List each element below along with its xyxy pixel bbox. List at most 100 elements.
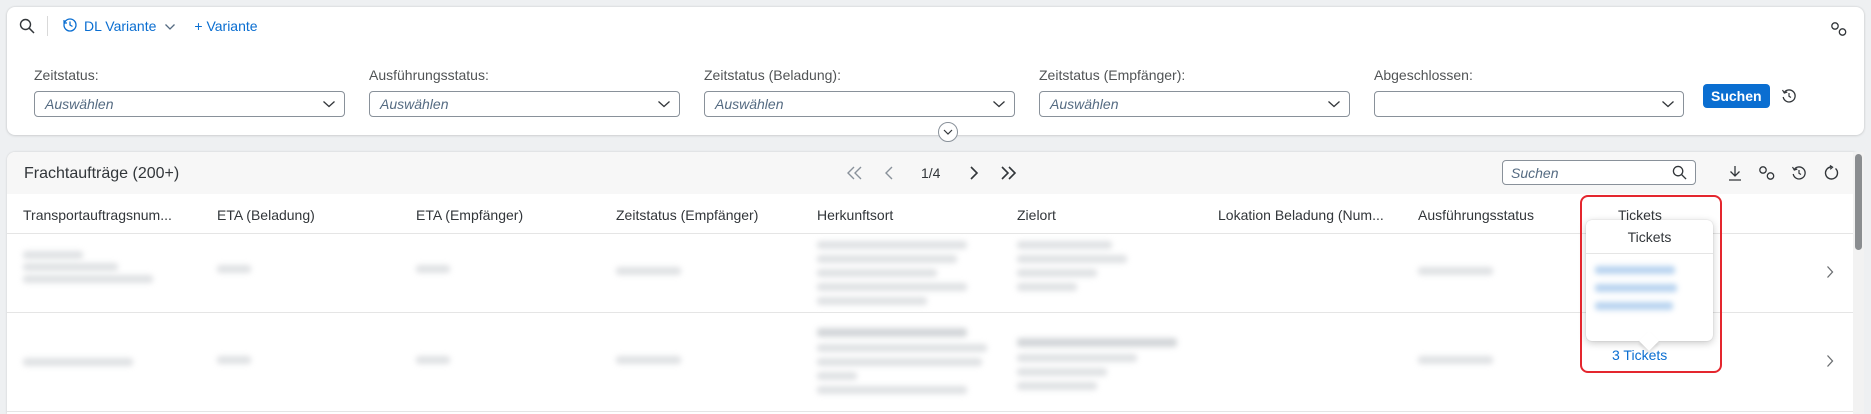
filter-fields: Zeitstatus: Auswählen Ausführungsstatus:… — [34, 67, 1709, 117]
table-toolbar: Frachtaufträge (200+) 1/4 Suchen — [7, 152, 1860, 194]
ticket-link[interactable] — [1595, 302, 1673, 310]
redacted-text — [1017, 354, 1137, 362]
filter-zeitstatus-beladung: Zeitstatus (Beladung): Auswählen — [704, 67, 1039, 117]
chevron-down-icon — [1328, 101, 1340, 108]
variant-name: DL Variante — [84, 18, 157, 34]
redacted-text — [817, 328, 967, 337]
abgeschlossen-select[interactable] — [1374, 91, 1684, 117]
chevron-right-icon[interactable] — [1826, 354, 1834, 368]
redacted-text — [817, 269, 937, 277]
column-header[interactable]: Zeitstatus (Empfänger) — [616, 207, 758, 223]
redacted-text — [616, 267, 681, 275]
redacted-text — [817, 241, 967, 249]
tickets-popover: Tickets — [1586, 220, 1713, 351]
variant-row: DL Variante + Variante — [19, 13, 258, 39]
prev-page-icon[interactable] — [877, 166, 901, 180]
search-icon[interactable] — [1672, 165, 1687, 180]
redacted-text — [23, 358, 133, 366]
table-row[interactable] — [7, 235, 1860, 313]
redacted-text — [217, 265, 251, 273]
column-header[interactable]: ETA (Beladung) — [217, 207, 315, 223]
zeitstatus-select[interactable]: Auswählen — [34, 91, 345, 117]
redacted-text — [817, 372, 857, 380]
collapse-icon[interactable] — [938, 122, 958, 142]
redacted-text — [1418, 356, 1493, 364]
zeitstatus-beladung-select[interactable]: Auswählen — [704, 91, 1015, 117]
vertical-scrollbar[interactable] — [1853, 152, 1864, 414]
table-header: Transportauftragsnum... ETA (Beladung) E… — [7, 194, 1860, 234]
column-header[interactable]: Transportauftragsnum... — [23, 207, 172, 223]
settings-icon[interactable] — [1830, 21, 1848, 37]
redacted-text — [1418, 267, 1493, 275]
zeitstatus-empfaenger-select[interactable]: Auswählen — [1039, 91, 1350, 117]
filter-label: Ausführungsstatus: — [369, 67, 489, 83]
settings-icon[interactable] — [1751, 162, 1783, 184]
redacted-text — [817, 358, 982, 366]
last-page-icon[interactable] — [996, 166, 1020, 180]
next-page-icon[interactable] — [962, 166, 986, 180]
filter-label: Zeitstatus: — [34, 67, 99, 83]
page-indicator: 1/4 — [921, 165, 941, 181]
pagination: 1/4 — [843, 161, 1020, 185]
redacted-text — [416, 356, 450, 364]
redacted-text — [1017, 368, 1107, 376]
filter-label: Abgeschlossen: — [1374, 67, 1473, 83]
redacted-text — [817, 297, 927, 305]
chevron-down-icon — [323, 101, 335, 108]
reset-icon[interactable] — [1783, 162, 1815, 184]
variant-history-icon — [62, 17, 78, 36]
filter-ausfuehrungsstatus: Ausführungsstatus: Auswählen — [369, 67, 704, 117]
add-variant-button[interactable]: + Variante — [194, 18, 257, 34]
search-button[interactable]: Suchen — [1703, 84, 1770, 108]
scroll-thumb[interactable] — [1855, 154, 1862, 250]
filter-abgeschlossen: Abgeschlossen: — [1374, 67, 1709, 117]
select-placeholder: Auswählen — [715, 96, 784, 112]
table-row[interactable] — [7, 314, 1860, 412]
redacted-text — [817, 386, 967, 394]
chevron-down-icon — [658, 101, 670, 108]
column-header[interactable]: ETA (Empfänger) — [416, 207, 523, 223]
ticket-link[interactable] — [1595, 266, 1675, 274]
column-header[interactable]: Herkunftsort — [817, 207, 893, 223]
filter-label: Zeitstatus (Empfänger): — [1039, 67, 1186, 83]
column-header[interactable]: Ausführungsstatus — [1418, 207, 1534, 223]
refresh-icon[interactable] — [1815, 162, 1847, 184]
chevron-down-icon — [993, 101, 1005, 108]
popover-title: Tickets — [1586, 220, 1713, 254]
redacted-text — [23, 263, 118, 271]
filter-zeitstatus-empfaenger: Zeitstatus (Empfänger): Auswählen — [1039, 67, 1374, 117]
redacted-text — [1017, 241, 1112, 249]
redacted-text — [817, 255, 957, 263]
table-search-input[interactable]: Suchen — [1502, 160, 1696, 185]
select-placeholder: Auswählen — [380, 96, 449, 112]
freight-orders-table: Frachtaufträge (200+) 1/4 Suchen Transpo… — [7, 152, 1860, 414]
ausfuehrungsstatus-select[interactable]: Auswählen — [369, 91, 680, 117]
tickets-link[interactable]: 3 Tickets — [1612, 347, 1667, 363]
ticket-link[interactable] — [1595, 284, 1677, 292]
search-icon[interactable] — [19, 18, 35, 34]
redacted-text — [1017, 338, 1177, 347]
redacted-text — [616, 356, 681, 364]
redacted-text — [1017, 382, 1097, 390]
first-page-icon[interactable] — [843, 166, 867, 180]
table-tools — [1719, 162, 1847, 184]
chevron-down-icon — [1662, 101, 1674, 108]
reset-icon[interactable] — [1781, 88, 1797, 104]
column-header[interactable]: Lokation Beladung (Num... — [1218, 207, 1384, 223]
search-placeholder: Suchen — [1511, 164, 1559, 181]
filter-label: Zeitstatus (Beladung): — [704, 67, 841, 83]
redacted-text — [1017, 269, 1097, 277]
divider — [47, 16, 48, 36]
redacted-text — [1017, 283, 1077, 291]
redacted-text — [23, 251, 83, 259]
select-placeholder: Auswählen — [1050, 96, 1119, 112]
chevron-right-icon[interactable] — [1826, 265, 1834, 279]
redacted-text — [23, 275, 153, 283]
redacted-text — [817, 344, 987, 352]
chevron-down-icon — [164, 18, 176, 34]
redacted-text — [416, 265, 450, 273]
table-title: Frachtaufträge (200+) — [24, 165, 180, 182]
column-header[interactable]: Zielort — [1017, 207, 1056, 223]
download-icon[interactable] — [1719, 162, 1751, 184]
variant-selector[interactable]: DL Variante — [62, 17, 176, 36]
